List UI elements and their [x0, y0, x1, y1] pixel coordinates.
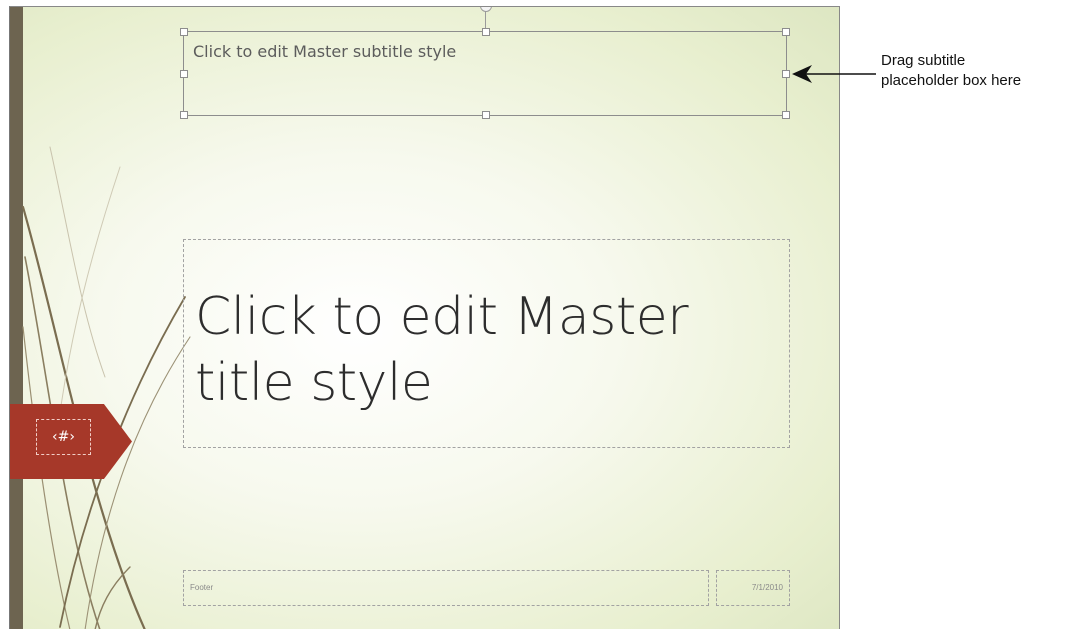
resize-handle-bottom-right[interactable]: [782, 111, 790, 119]
title-line-1: Click to edit Master: [195, 287, 689, 347]
slide-master-canvas: Click to edit Master subtitle style Clic…: [9, 6, 840, 629]
arrow-left-icon: [792, 65, 876, 83]
subtitle-placeholder[interactable]: Click to edit Master subtitle style: [180, 28, 790, 119]
date-placeholder[interactable]: 7/1/2010: [716, 570, 790, 606]
title-placeholder[interactable]: Click to edit Master title style: [183, 239, 790, 448]
footer-placeholder-text: Footer: [190, 583, 214, 592]
resize-handle-top-center[interactable]: [482, 28, 490, 36]
resize-handle-bottom-left[interactable]: [180, 111, 188, 119]
callout-line-1: Drag subtitle: [881, 52, 966, 69]
resize-handle-top-right[interactable]: [782, 28, 790, 36]
resize-handle-middle-left[interactable]: [180, 70, 188, 78]
callout-annotation: Drag subtitle placeholder box here: [881, 51, 1071, 91]
resize-handle-top-left[interactable]: [180, 28, 188, 36]
callout-line-2: placeholder box here: [881, 72, 1022, 89]
slide-number-placeholder[interactable]: ‹#›: [36, 419, 91, 455]
title-line-2: title style: [195, 353, 433, 413]
subtitle-placeholder-text[interactable]: Click to edit Master subtitle style: [193, 42, 456, 61]
resize-handle-middle-right[interactable]: [782, 70, 790, 78]
date-placeholder-text: 7/1/2010: [751, 583, 783, 592]
title-placeholder-text[interactable]: Click to edit Master title style: [195, 284, 787, 416]
footer-placeholder[interactable]: Footer: [183, 570, 709, 606]
resize-handle-bottom-center[interactable]: [482, 111, 490, 119]
